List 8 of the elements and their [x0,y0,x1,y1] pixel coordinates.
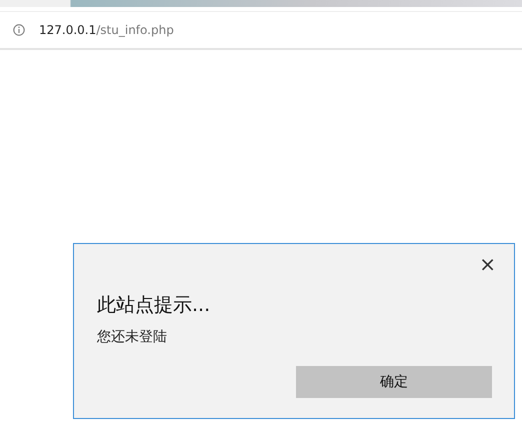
close-button[interactable]: × [475,250,500,278]
info-icon[interactable] [13,24,25,36]
url-path: /stu_info.php [96,23,174,37]
address-bar[interactable]: 127.0.0.1/stu_info.php [0,11,522,50]
dialog-message: 您还未登陆 [97,328,168,346]
dialog-title: 此站点提示... [97,293,212,318]
url-host: 127.0.0.1 [39,23,96,37]
ok-button[interactable]: 确定 [296,366,492,398]
